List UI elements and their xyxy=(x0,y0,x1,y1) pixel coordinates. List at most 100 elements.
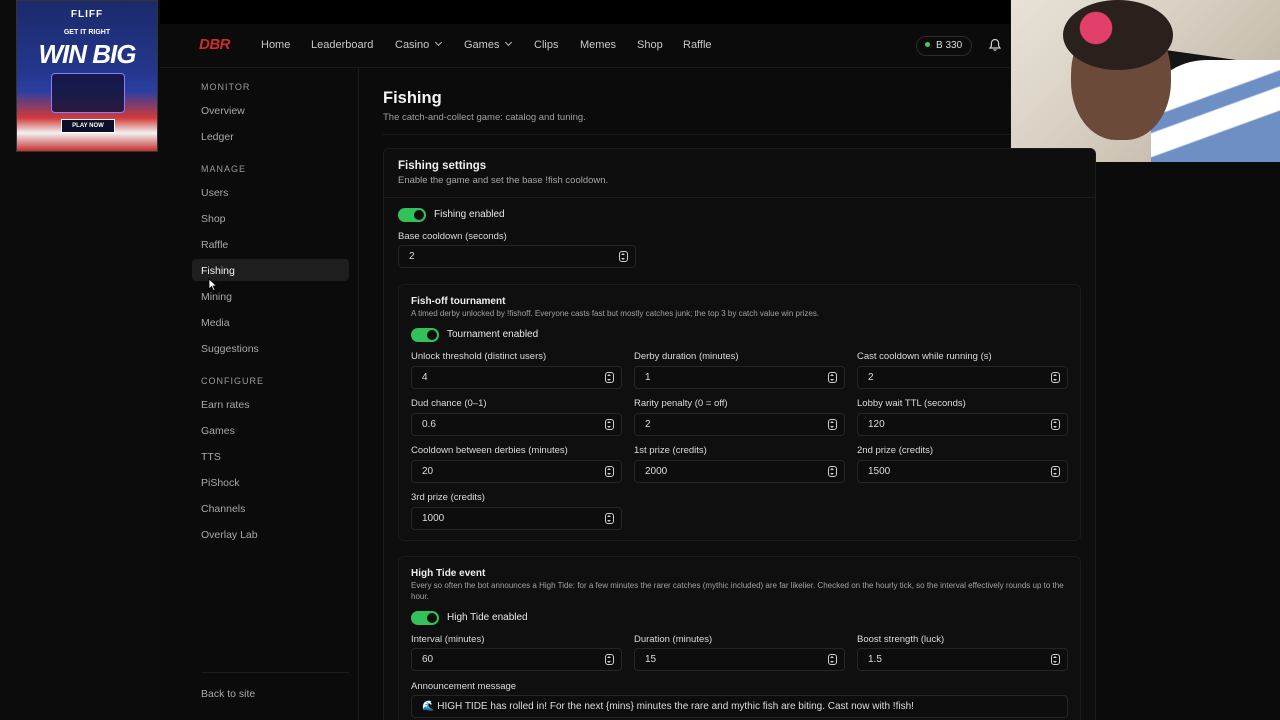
top-nav: DBR Home Leaderboard Casino Games Clips … xyxy=(160,24,1010,68)
balance-badge[interactable]: B 330 xyxy=(916,36,973,56)
sidebar-item-pishock[interactable]: PiShock xyxy=(201,477,240,489)
site-logo[interactable]: DBR xyxy=(199,36,231,53)
sidebar-item-tts[interactable]: TTS xyxy=(201,451,221,463)
derby-duration-label: Derby duration (minutes) xyxy=(634,351,739,362)
high-tide-title: High Tide event xyxy=(411,568,486,579)
sidebar-item-users[interactable]: Users xyxy=(201,187,228,199)
sidebar-item-suggestions[interactable]: Suggestions xyxy=(201,343,259,355)
rarity-penalty-input[interactable]: 2 xyxy=(634,413,845,436)
sidebar-heading-configure: CONFIGURE xyxy=(201,376,264,386)
sidebar-item-channels[interactable]: Channels xyxy=(201,503,245,515)
screen: { "ad": { "brand": "FLIFF", "tagline_sma… xyxy=(0,0,1280,720)
nav-games[interactable]: Games xyxy=(464,38,513,51)
stepper-icon[interactable] xyxy=(828,654,837,665)
tournament-enabled-label: Tournament enabled xyxy=(447,329,539,340)
nav-raffle[interactable]: Raffle xyxy=(683,39,712,51)
admin-sidebar: MONITOR Overview Ledger MANAGE Users Sho… xyxy=(160,68,359,720)
ad-cta-button[interactable]: PLAY NOW xyxy=(61,119,115,133)
derby-duration-value: 1 xyxy=(645,372,651,383)
stepper-icon[interactable] xyxy=(828,466,837,477)
interval-input[interactable]: 60 xyxy=(411,648,622,671)
base-cooldown-label: Base cooldown (seconds) xyxy=(398,231,507,242)
settings-card-divider xyxy=(383,197,1096,198)
derby-cooldown-input[interactable]: 20 xyxy=(411,460,622,483)
interval-label: Interval (minutes) xyxy=(411,634,485,645)
stepper-icon[interactable] xyxy=(605,372,614,383)
derby-duration-input[interactable]: 1 xyxy=(634,366,845,389)
boost-input[interactable]: 1.5 xyxy=(857,648,1068,671)
ad-tagline-big: WIN BIG xyxy=(38,39,137,69)
sidebar-heading-manage: MANAGE xyxy=(201,164,247,174)
webcam-hair xyxy=(1063,0,1173,70)
nav-games-label: Games xyxy=(464,39,500,51)
stepper-icon[interactable] xyxy=(619,251,628,262)
settings-card-title: Fishing settings xyxy=(398,160,487,172)
settings-card-subtitle: Enable the game and set the base !fish c… xyxy=(398,175,609,186)
lobby-ttl-value: 120 xyxy=(868,419,885,430)
unlock-threshold-value: 4 xyxy=(422,372,428,383)
first-prize-value: 2000 xyxy=(645,466,668,477)
fishing-enabled-toggle[interactable] xyxy=(398,208,426,222)
stepper-icon[interactable] xyxy=(828,419,837,430)
tournament-enabled-toggle[interactable] xyxy=(411,328,439,342)
sidebar-item-overlay-lab[interactable]: Overlay Lab xyxy=(201,529,258,541)
announcement-input[interactable]: 🌊 HIGH TIDE has rolled in! For the next … xyxy=(411,695,1068,718)
second-prize-input[interactable]: 1500 xyxy=(857,460,1068,483)
sidebar-item-raffle[interactable]: Raffle xyxy=(201,239,228,251)
sidebar-item-ledger[interactable]: Ledger xyxy=(201,131,234,143)
stepper-icon[interactable] xyxy=(1051,654,1060,665)
rarity-penalty-label: Rarity penalty (0 = off) xyxy=(634,398,728,409)
balance-value: B 330 xyxy=(936,40,963,51)
nav-memes[interactable]: Memes xyxy=(580,39,616,51)
interval-value: 60 xyxy=(422,654,434,665)
stepper-icon[interactable] xyxy=(605,654,614,665)
third-prize-label: 3rd prize (credits) xyxy=(411,492,485,503)
tournament-title: Fish-off tournament xyxy=(411,296,506,307)
nav-shop[interactable]: Shop xyxy=(637,39,663,51)
bell-icon[interactable] xyxy=(988,38,1002,52)
advertisement[interactable]: FLIFF GET IT RIGHT WIN BIG PLAY NOW xyxy=(16,0,158,152)
sidebar-item-mining[interactable]: Mining xyxy=(201,291,232,303)
sidebar-item-shop[interactable]: Shop xyxy=(201,213,226,225)
stepper-icon[interactable] xyxy=(605,466,614,477)
duration-value: 15 xyxy=(645,654,657,665)
derby-cooldown-value: 20 xyxy=(422,466,434,477)
dud-chance-input[interactable]: 0.6 xyxy=(411,413,622,436)
high-tide-subtitle: Every so often the bot announces a High … xyxy=(411,581,1064,601)
cast-cooldown-input[interactable]: 2 xyxy=(857,366,1068,389)
nav-home[interactable]: Home xyxy=(261,39,290,51)
sidebar-item-games[interactable]: Games xyxy=(201,425,235,437)
boost-label: Boost strength (luck) xyxy=(857,634,945,645)
stepper-icon[interactable] xyxy=(605,513,614,524)
stepper-icon[interactable] xyxy=(605,419,614,430)
nav-casino[interactable]: Casino xyxy=(395,38,443,51)
ad-card-graphic xyxy=(51,73,125,113)
dud-chance-label: Dud chance (0–1) xyxy=(411,398,487,409)
duration-input[interactable]: 15 xyxy=(634,648,845,671)
announcement-label: Announcement message xyxy=(411,681,517,692)
nav-clips[interactable]: Clips xyxy=(534,39,558,51)
first-prize-input[interactable]: 2000 xyxy=(634,460,845,483)
nav-leaderboard[interactable]: Leaderboard xyxy=(311,39,373,51)
second-prize-label: 2nd prize (credits) xyxy=(857,445,934,456)
sidebar-item-fishing[interactable]: Fishing xyxy=(201,265,235,277)
webcam-overlay xyxy=(1010,0,1280,162)
lobby-ttl-input[interactable]: 120 xyxy=(857,413,1068,436)
stepper-icon[interactable] xyxy=(1051,466,1060,477)
third-prize-input[interactable]: 1000 xyxy=(411,507,622,530)
sidebar-item-overview[interactable]: Overview xyxy=(201,105,245,117)
base-cooldown-input[interactable]: 2 xyxy=(398,245,636,268)
stepper-icon[interactable] xyxy=(1051,372,1060,383)
back-to-site-link[interactable]: Back to site xyxy=(201,688,255,700)
first-prize-label: 1st prize (credits) xyxy=(634,445,707,456)
announcement-value: 🌊 HIGH TIDE has rolled in! For the next … xyxy=(422,701,914,712)
nav-casino-label: Casino xyxy=(395,39,430,51)
ad-tagline-small: GET IT RIGHT xyxy=(63,29,111,36)
stepper-icon[interactable] xyxy=(828,372,837,383)
stepper-icon[interactable] xyxy=(1051,419,1060,430)
sidebar-item-earn-rates[interactable]: Earn rates xyxy=(201,399,249,411)
lobby-ttl-label: Lobby wait TTL (seconds) xyxy=(857,398,966,409)
sidebar-item-media[interactable]: Media xyxy=(201,317,230,329)
high-tide-enabled-toggle[interactable] xyxy=(411,611,439,625)
unlock-threshold-input[interactable]: 4 xyxy=(411,366,622,389)
